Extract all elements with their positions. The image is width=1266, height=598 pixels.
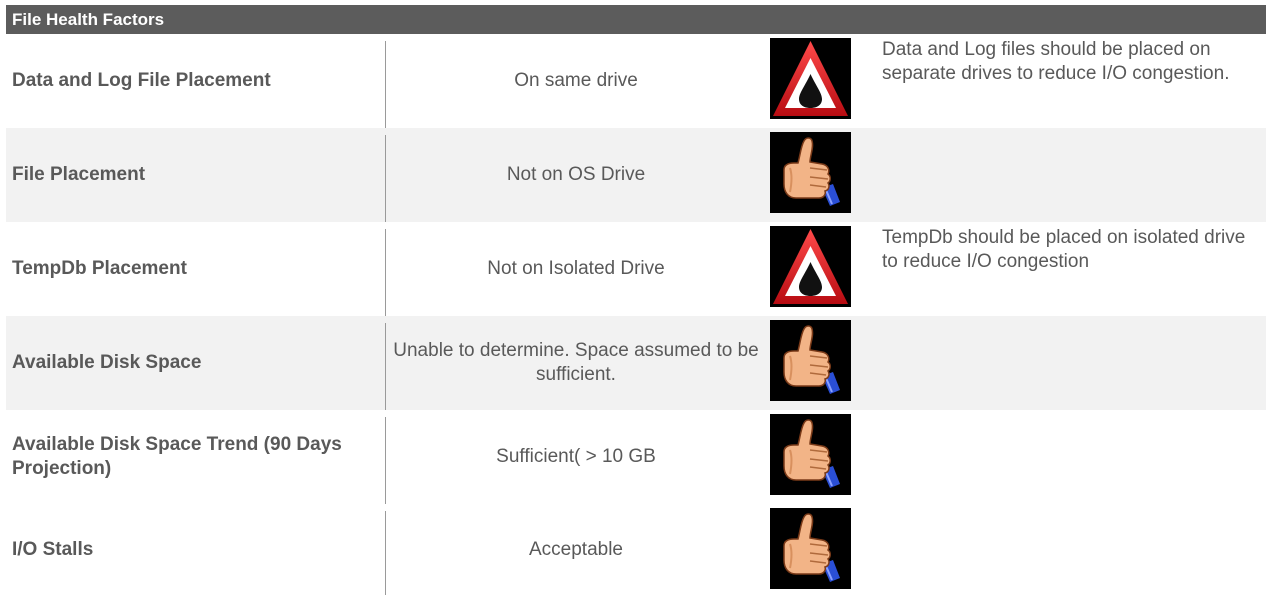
factor-row-tempdb-placement: TempDb Placement Not on Isolated Drive T…: [6, 222, 1266, 316]
factor-label: File Placement: [12, 164, 146, 185]
factor-label: Available Disk Space Trend (90 Days Proj…: [12, 434, 342, 479]
warning-triangle-icon: [770, 38, 851, 119]
factor-row-available-disk-space: Available Disk Space Unable to determine…: [6, 316, 1266, 410]
factor-row-file-placement: File Placement Not on OS Drive: [6, 128, 1266, 222]
thumbs-up-icon: [770, 508, 851, 589]
thumbs-up-icon: [770, 414, 851, 495]
factor-note: Data and Log files should be placed on s…: [882, 39, 1230, 84]
file-health-report: File Health Factors Data and Log File Pl…: [6, 5, 1266, 595]
factor-status: On same drive: [514, 70, 638, 91]
warning-triangle-icon: [770, 226, 851, 307]
factor-status: Not on Isolated Drive: [487, 258, 665, 279]
thumbs-up-icon: [770, 320, 851, 401]
factor-label: I/O Stalls: [12, 538, 94, 560]
factor-row-disk-space-trend: Available Disk Space Trend (90 Days Proj…: [6, 410, 1266, 504]
factor-row-data-log-placement: Data and Log File Placement On same driv…: [6, 34, 1266, 128]
factor-row-io-stalls: I/O Stalls Acceptable: [6, 504, 1266, 595]
factor-label: TempDb Placement: [12, 258, 187, 279]
factor-rows: Data and Log File Placement On same driv…: [6, 34, 1266, 595]
factor-status: Unable to determine. Space assumed to be…: [393, 340, 759, 385]
factor-label: Available Disk Space: [12, 352, 202, 373]
factor-status: Not on OS Drive: [506, 164, 646, 185]
section-header: File Health Factors: [6, 5, 1266, 34]
factor-status: Acceptable: [528, 538, 623, 560]
factor-status: Sufficient( > 10 GB: [496, 446, 656, 467]
factor-label: Data and Log File Placement: [12, 70, 271, 91]
thumbs-up-icon: [770, 132, 851, 213]
factor-note: TempDb should be placed on isolated driv…: [882, 227, 1246, 272]
